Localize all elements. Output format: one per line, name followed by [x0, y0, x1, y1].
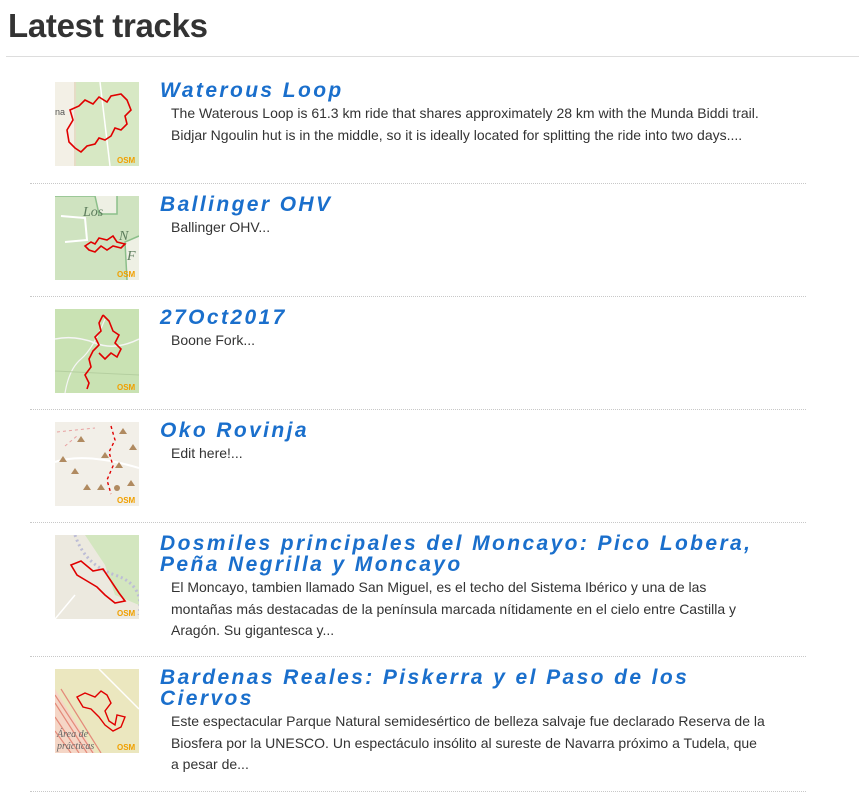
track-list: na OSM Waterous Loop The Waterous Loop i…	[30, 69, 806, 792]
track-title-link[interactable]: Oko Rovinja	[160, 420, 766, 441]
track-title-link[interactable]: Dosmiles principales del Moncayo: Pico L…	[160, 533, 766, 575]
track-thumbnail[interactable]: na OSM	[55, 82, 139, 166]
heading-divider	[6, 56, 859, 57]
track-description: The Waterous Loop is 61.3 km ride that s…	[171, 105, 759, 143]
track-description: Ballinger OHV...	[171, 219, 271, 235]
track-item: na OSM Waterous Loop The Waterous Loop i…	[30, 69, 806, 184]
track-thumbnail[interactable]: OSM	[55, 422, 139, 506]
osm-badge: OSM	[117, 743, 136, 752]
thumbnail-map-label: na	[55, 107, 65, 117]
osm-badge: OSM	[117, 383, 136, 392]
track-body: Dosmiles principales del Moncayo: Pico L…	[160, 533, 766, 642]
track-title-link[interactable]: Bardenas Reales: Piskerra y el Paso de l…	[160, 667, 766, 709]
track-description: Edit here!...	[171, 445, 243, 461]
track-item: OSM Dosmiles principales del Moncayo: Pi…	[30, 523, 806, 657]
track-body: Waterous Loop The Waterous Loop is 61.3 …	[160, 80, 766, 146]
track-item: OSM Oko Rovinja Edit here!...	[30, 410, 806, 523]
track-description: Este espectacular Parque Natural semides…	[171, 713, 765, 772]
track-body: Bardenas Reales: Piskerra y el Paso de l…	[160, 667, 766, 776]
track-item: Área de prácticas OSM Bardenas Reales: Pi…	[30, 657, 806, 792]
page-title: Latest tracks	[8, 7, 208, 44]
track-body: 27Oct2017 Boone Fork...	[160, 307, 766, 352]
track-description: El Moncayo, tambien llamado San Miguel, …	[171, 579, 736, 638]
track-item: Los N F OSM Ballinger OHV Ballinger OHV.…	[30, 184, 806, 297]
track-thumbnail[interactable]: OSM	[55, 309, 139, 393]
osm-badge: OSM	[117, 156, 136, 165]
track-thumbnail[interactable]: Los N F OSM	[55, 196, 139, 280]
track-title-link[interactable]: Ballinger OHV	[160, 194, 766, 215]
track-thumbnail[interactable]: OSM	[55, 535, 139, 619]
track-description: Boone Fork...	[171, 332, 256, 348]
osm-badge: OSM	[117, 270, 136, 279]
osm-badge: OSM	[117, 496, 136, 505]
svg-text:N: N	[118, 229, 129, 244]
thumbnail-map-label: Los	[82, 205, 104, 220]
track-item: OSM 27Oct2017 Boone Fork...	[30, 297, 806, 410]
track-title-link[interactable]: Waterous Loop	[160, 80, 766, 101]
track-thumbnail[interactable]: Área de prácticas OSM	[55, 669, 139, 753]
track-body: Ballinger OHV Ballinger OHV...	[160, 194, 766, 239]
track-body: Oko Rovinja Edit here!...	[160, 420, 766, 465]
svg-text:F: F	[126, 249, 136, 264]
osm-badge: OSM	[117, 609, 136, 618]
track-title-link[interactable]: 27Oct2017	[160, 307, 766, 328]
